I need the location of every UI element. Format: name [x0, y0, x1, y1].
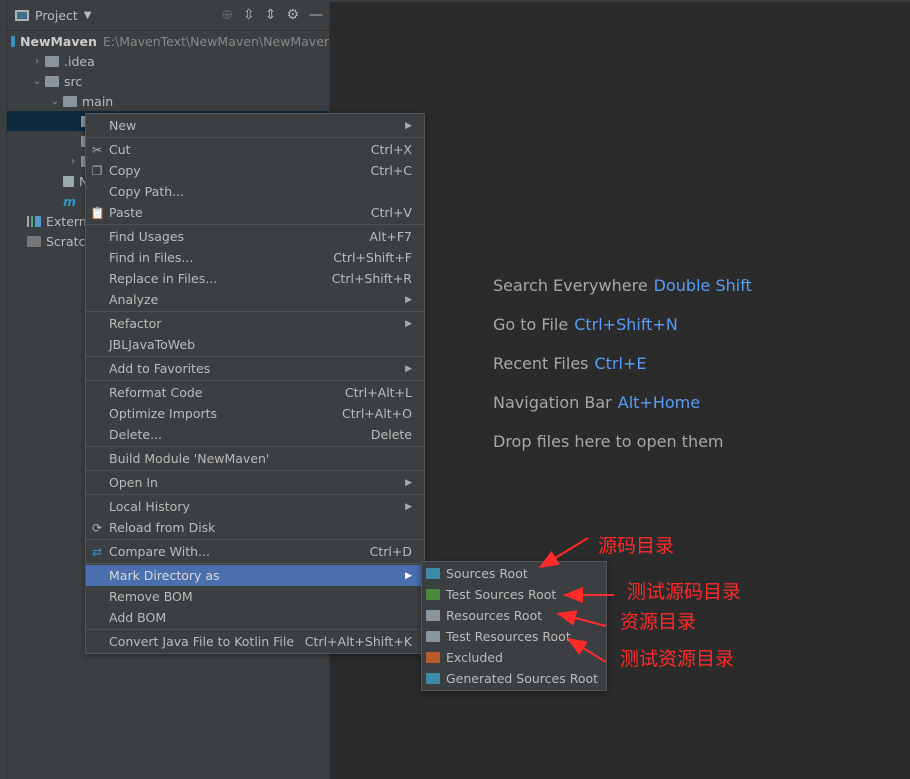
annotation-test-sources-root: 测试源码目录	[627, 581, 742, 603]
annotation-test-resources-root: 测试资源目录	[620, 648, 735, 670]
annotation-resources-root: 资源目录	[620, 611, 697, 633]
annotation-arrow	[538, 537, 589, 569]
annotation-arrow	[556, 610, 607, 627]
annotation-arrows	[538, 537, 614, 663]
annotation-sources-root: 源码目录	[598, 535, 675, 557]
annotation-arrow	[566, 637, 607, 663]
